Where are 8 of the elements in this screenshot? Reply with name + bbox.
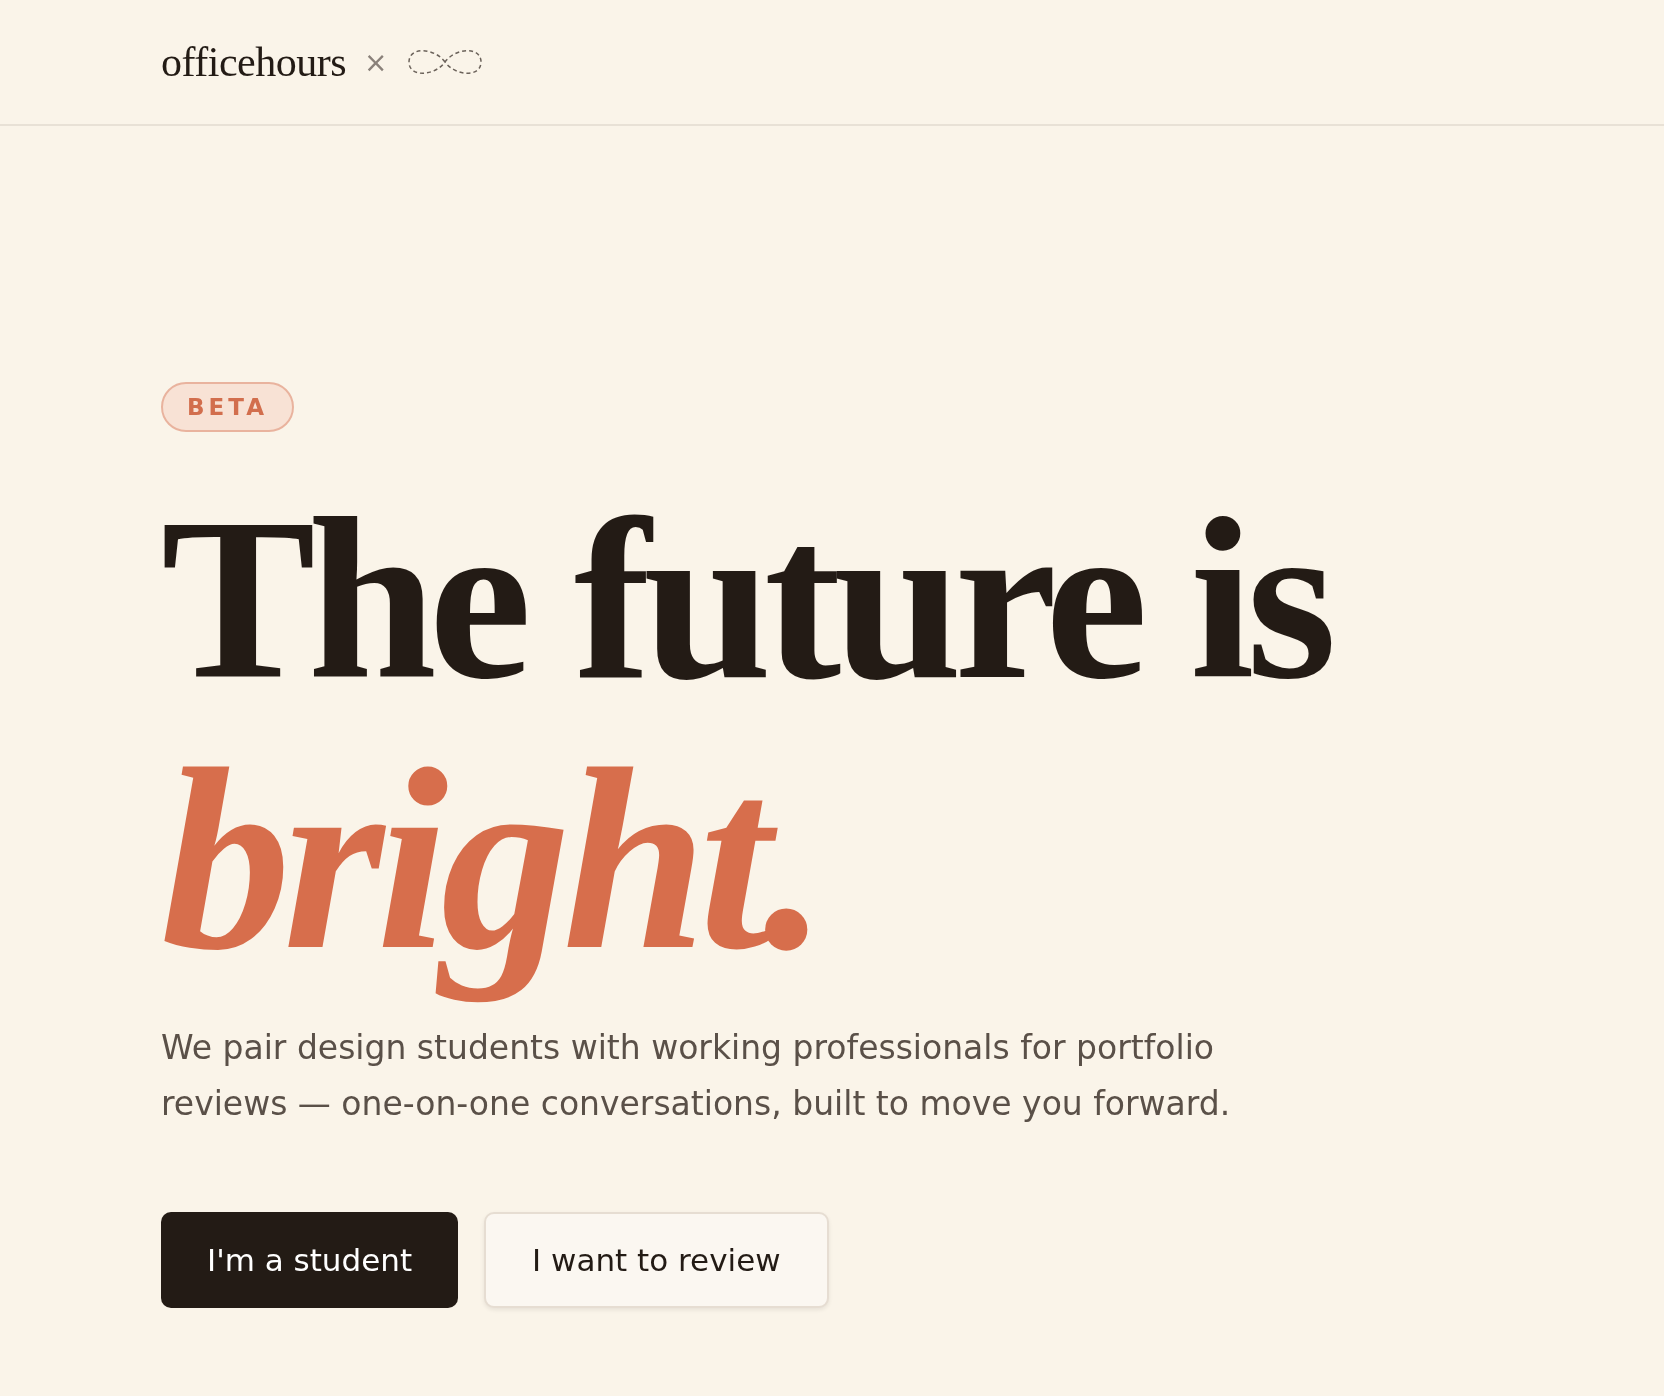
beta-badge: BETA xyxy=(161,382,294,432)
headline: The future is xyxy=(161,484,1329,714)
review-button[interactable]: I want to review xyxy=(484,1212,829,1308)
brand-logo[interactable]: officehours xyxy=(161,38,346,86)
headline-accent: bright. xyxy=(161,714,822,1004)
hero-description: We pair design students with working professionals for portfolio reviews — one-on-one conversations, built to move you forward. xyxy=(161,1027,1232,1125)
student-button[interactable]: I'm a student xyxy=(161,1212,459,1308)
separator-mark: × xyxy=(364,45,388,79)
